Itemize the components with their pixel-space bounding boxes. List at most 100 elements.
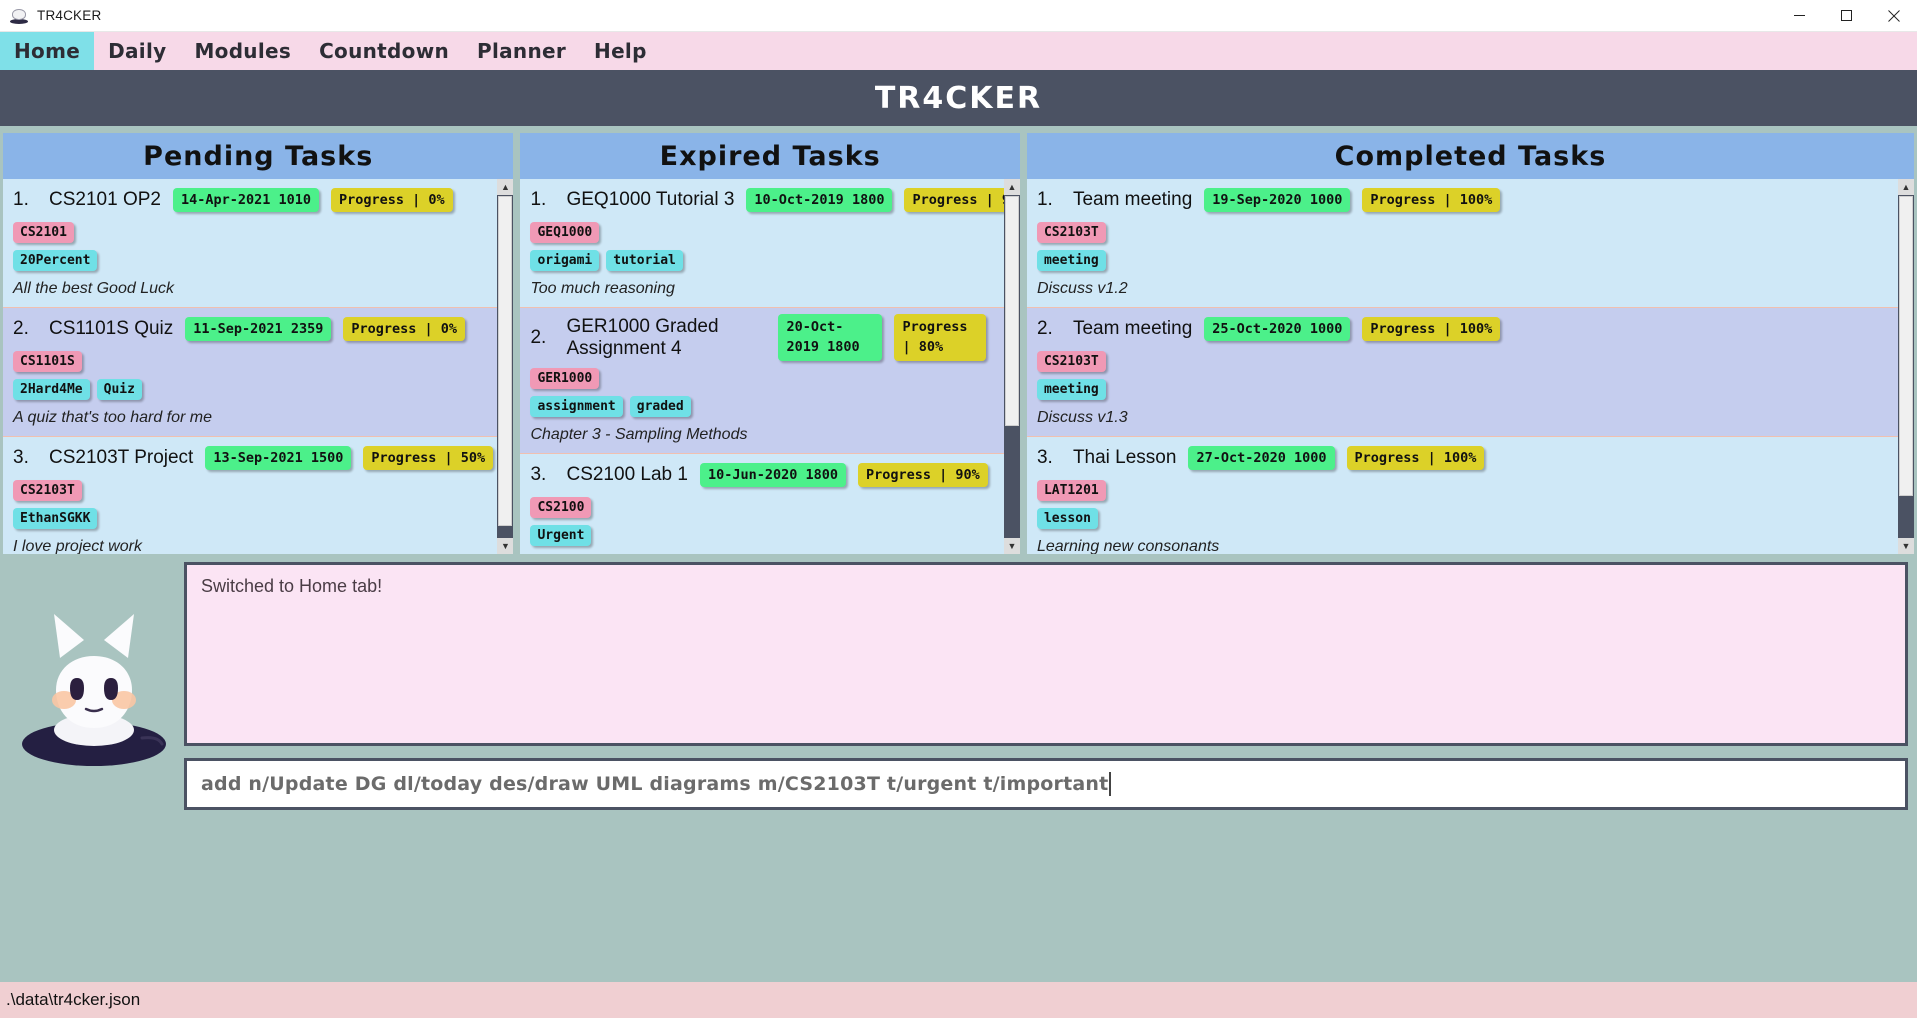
task-deadline-badge: 10-Oct-2019 1800	[746, 188, 893, 212]
task-card[interactable]: 3. CS2100 Lab 1 10-Jun-2020 1800 Progres…	[520, 454, 1004, 554]
task-module-tag: GER1000	[530, 368, 600, 390]
text-caret	[1109, 772, 1112, 796]
task-card-header: 3. CS2100 Lab 1 10-Jun-2020 1800 Progres…	[530, 460, 995, 490]
command-input[interactable]: add n/Update DG dl/today des/draw UML di…	[184, 758, 1908, 810]
status-bar-path: .\data\tr4cker.json	[6, 990, 141, 1009]
task-label-row: Urgent	[530, 525, 995, 547]
task-tag-row: GEQ1000	[530, 222, 995, 243]
expired-scrollbar[interactable]: ▲ ▼	[1003, 179, 1020, 554]
cat-mascot	[0, 562, 184, 810]
task-card[interactable]: 2. CS1101S Quiz 11-Sep-2021 2359 Progres…	[3, 308, 498, 437]
task-deadline-badge: 25-Oct-2020 1000	[1204, 317, 1351, 341]
menu-item-help[interactable]: Help	[580, 32, 661, 70]
task-deadline-badge: 10-Jun-2020 1800	[699, 463, 847, 488]
task-card-header: 1. Team meeting 19-Sep-2020 1000 Progres…	[1037, 185, 1890, 215]
task-label-row: assignment graded	[530, 396, 995, 418]
scroll-up-icon[interactable]: ▲	[1003, 179, 1020, 195]
menu-item-home[interactable]: Home	[0, 32, 95, 70]
menu-item-modules[interactable]: Modules	[180, 32, 305, 70]
menu-item-countdown[interactable]: Countdown	[305, 32, 463, 70]
task-card-header: 2. Team meeting 25-Oct-2020 1000 Progres…	[1037, 314, 1890, 344]
task-label-row: meeting	[1036, 250, 1890, 271]
task-index: 1.	[13, 189, 29, 210]
task-tag-row: GER1000	[530, 368, 995, 390]
task-card[interactable]: 1. GEQ1000 Tutorial 3 10-Oct-2019 1800 P…	[520, 179, 1020, 308]
scroll-down-icon[interactable]: ▼	[497, 538, 514, 554]
completed-task-list: 1. Team meeting 19-Sep-2020 1000 Progres…	[1026, 179, 1898, 554]
task-module-tag: CS1101S	[13, 351, 82, 372]
maximize-button[interactable]	[1823, 0, 1870, 32]
task-description: Too much reasoning	[530, 280, 675, 297]
menu-item-planner[interactable]: Planner	[463, 32, 580, 70]
scroll-down-icon[interactable]: ▼	[1898, 538, 1914, 554]
task-name: Team meeting	[1072, 189, 1193, 210]
task-progress-badge: Progress | 50%	[363, 446, 494, 470]
scroll-thumb[interactable]	[1004, 196, 1019, 426]
task-progress-badge: Progress | 80%	[894, 314, 987, 362]
task-tag: 2Hard4Me	[13, 379, 90, 400]
scroll-down-icon[interactable]: ▼	[1003, 538, 1020, 554]
task-tag: graded	[629, 396, 691, 418]
task-description: Discuss v1.2	[1036, 280, 1128, 297]
task-card[interactable]: 3. Thai Lesson 27-Oct-2020 1000 Progress…	[1026, 437, 1898, 554]
task-name: Team meeting	[1072, 318, 1193, 339]
task-progress-badge: Progress | 90%	[858, 463, 988, 488]
task-index: 2.	[530, 326, 547, 348]
task-label-row: 2Hard4Me Quiz	[13, 379, 489, 400]
task-index: 2.	[1036, 318, 1053, 339]
task-label-row: lesson	[1036, 508, 1890, 529]
app-header: TR4CKER	[0, 70, 1917, 126]
task-module-tag: GEQ1000	[530, 222, 600, 243]
task-description: Chapter 3 - Sampling Methods	[530, 426, 748, 444]
bottom-panel: Switched to Home tab! add n/Update DG dl…	[0, 554, 1917, 810]
task-card[interactable]: 1. Team meeting 19-Sep-2020 1000 Progres…	[1026, 179, 1898, 308]
task-name: CS2103T Project	[49, 447, 194, 468]
task-label-row: origami tutorial	[530, 250, 995, 271]
close-button[interactable]	[1870, 0, 1917, 32]
scroll-up-icon[interactable]: ▲	[497, 179, 514, 195]
task-index: 2.	[13, 318, 29, 339]
task-tag: lesson	[1036, 508, 1098, 529]
column-pending-body: 1. CS2101 OP2 14-Apr-2021 1010 Progress …	[3, 179, 514, 554]
column-completed: Completed Tasks 1. Team meeting 19-Sep-2…	[1026, 133, 1914, 554]
scroll-thumb[interactable]	[498, 196, 513, 526]
task-label-row: EthanSGKK	[13, 508, 489, 529]
column-expired-title: Expired Tasks	[659, 140, 881, 172]
column-expired-body: 1. GEQ1000 Tutorial 3 10-Oct-2019 1800 P…	[520, 179, 1020, 554]
task-tag: Quiz	[96, 379, 142, 400]
menu-item-daily[interactable]: Daily	[94, 32, 180, 70]
task-card-header: 3. Thai Lesson 27-Oct-2020 1000 Progress…	[1037, 443, 1890, 473]
task-progress-badge: Progress | 90%	[904, 188, 1020, 212]
task-tag: 20Percent	[13, 250, 98, 271]
task-tag: EthanSGKK	[13, 508, 98, 529]
task-progress-badge: Progress | 100%	[1362, 317, 1501, 341]
task-card[interactable]: 2. Team meeting 25-Oct-2020 1000 Progres…	[1026, 308, 1898, 437]
task-name: CS2100 Lab 1	[566, 464, 688, 486]
result-display-text: Switched to Home tab!	[201, 576, 383, 596]
task-tag-row: LAT1201	[1036, 480, 1890, 501]
scroll-up-icon[interactable]: ▲	[1898, 179, 1914, 195]
pending-scrollbar[interactable]: ▲ ▼	[497, 179, 514, 554]
window-titlebar: TR4CKER	[0, 0, 1917, 32]
minimize-button[interactable]	[1776, 0, 1823, 32]
task-progress-badge: Progress | 100%	[1346, 446, 1485, 470]
task-tag: origami	[530, 250, 600, 271]
task-label-row: 20Percent	[13, 250, 489, 271]
task-index: 3.	[530, 464, 547, 486]
menu-bar: Home Daily Modules Countdown Planner Hel…	[0, 32, 1917, 70]
task-card[interactable]: 2. GER1000 Graded Assignment 4 20-Oct-20…	[520, 308, 1004, 455]
task-name: GEQ1000 Tutorial 3	[566, 189, 735, 210]
io-panel: Switched to Home tab! add n/Update DG dl…	[184, 562, 1917, 810]
task-card-header: 1. CS2101 OP2 14-Apr-2021 1010 Progress …	[13, 185, 489, 215]
column-expired: Expired Tasks 1. GEQ1000 Tutorial 3 10-O…	[520, 133, 1020, 554]
task-name: CS1101S Quiz	[49, 318, 174, 339]
scroll-thumb[interactable]	[1899, 196, 1913, 496]
completed-scrollbar[interactable]: ▲ ▼	[1898, 179, 1914, 554]
task-card[interactable]: 1. CS2101 OP2 14-Apr-2021 1010 Progress …	[3, 179, 498, 308]
task-card[interactable]: 3. CS2103T Project 13-Sep-2021 1500 Prog…	[3, 437, 498, 554]
task-deadline-badge: 20-Oct-2019 1800	[778, 314, 883, 362]
task-card-header: 2. GER1000 Graded Assignment 4 20-Oct-20…	[530, 314, 995, 362]
expired-task-list: 1. GEQ1000 Tutorial 3 10-Oct-2019 1800 P…	[520, 179, 1020, 554]
task-card-header: 1. GEQ1000 Tutorial 3 10-Oct-2019 1800 P…	[530, 185, 1020, 215]
column-expired-header: Expired Tasks	[520, 133, 1020, 179]
